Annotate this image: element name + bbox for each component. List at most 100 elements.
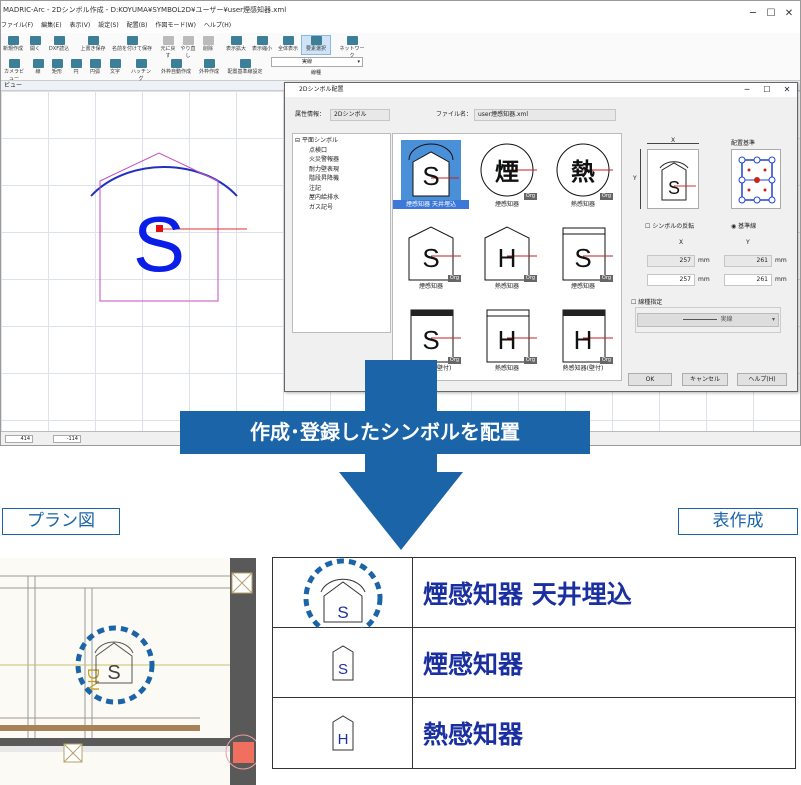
help-button[interactable]: ヘルプ(H): [737, 373, 787, 386]
dialog-title: 2Dシンボル配置: [285, 83, 797, 97]
symbol-thumbnail[interactable]: 熱 Org 熱感知器: [549, 136, 617, 216]
save-button[interactable]: 上書き保存: [79, 36, 107, 53]
select-button[interactable]: 要素選択: [301, 35, 331, 55]
symbol-image: S Org: [401, 222, 461, 282]
tree-item[interactable]: 階段昇降機: [295, 174, 388, 184]
menu-file[interactable]: ファイル(F): [1, 22, 33, 29]
camera-view-button[interactable]: カメラビュー: [3, 59, 25, 83]
svg-text:DN: DN: [84, 668, 101, 691]
baseline-setting-button[interactable]: 配置基準線設定: [225, 59, 265, 76]
menu-place[interactable]: 配置(B): [127, 22, 148, 29]
svg-text:H: H: [338, 731, 349, 748]
offset-x-field[interactable]: 257: [647, 274, 695, 286]
save-as-button[interactable]: 名前を付けて保存: [111, 36, 153, 53]
fit-all-button[interactable]: 全体表示: [277, 36, 299, 53]
offset-y-field[interactable]: 261: [724, 274, 772, 286]
symbol-thumbnail[interactable]: H Org 熱感知器(壁付): [549, 300, 617, 380]
symbol-label: 煙感知器: [418, 283, 443, 290]
tree-root[interactable]: ⊟ 平面シンボル: [295, 136, 388, 146]
ok-button[interactable]: OK: [628, 373, 672, 386]
symbol-thumbnail[interactable]: H Org 熱感知器: [473, 300, 541, 380]
menu-help[interactable]: ヘルプ(H): [204, 22, 231, 29]
symbol-image: S Org: [553, 222, 613, 282]
unit-label: mm: [698, 257, 710, 264]
line-tool-button[interactable]: 線: [31, 59, 45, 76]
symbol-label: 煙感知器: [494, 201, 519, 208]
attr-field: 2Dシンボル: [330, 109, 390, 121]
org-badge: Org: [447, 275, 461, 282]
arc-tool-button[interactable]: 円弧: [87, 59, 103, 76]
symbol-glyph: S: [133, 200, 185, 288]
eraser-icon: [202, 36, 214, 45]
symbol-image: H Org: [553, 304, 613, 364]
y-dim-label: Y: [633, 175, 637, 182]
tree-item[interactable]: 注記: [295, 184, 388, 194]
menu-settings[interactable]: 設定(S): [98, 22, 119, 29]
svg-text:S: S: [338, 661, 348, 678]
text-tool-button[interactable]: 文字: [107, 59, 123, 76]
circle-tool-button[interactable]: 円: [69, 59, 83, 76]
symbol-thumbnail[interactable]: S Org 煙感知器: [549, 218, 617, 298]
rectangle-icon: [51, 59, 63, 68]
title-bar: MADRIC-Arc - 2Dシンボル作成 - D:KOYUMA¥SYMBOL2…: [1, 1, 800, 19]
tree-item[interactable]: 耐力壁表現: [295, 165, 388, 175]
menu-bar: ファイル(F) 編集(E) 表示(V) 設定(S) 配置(B) 作図モード(W)…: [1, 19, 800, 33]
menu-edit[interactable]: 編集(E): [41, 22, 61, 29]
plan-view: DN S: [0, 558, 256, 785]
redo-button[interactable]: やり直し: [179, 36, 197, 60]
arc-icon: [89, 59, 101, 68]
tree-item[interactable]: 点検口: [295, 146, 388, 156]
tree-item[interactable]: ガス記号: [295, 203, 388, 213]
cancel-button[interactable]: キャンセル: [682, 373, 728, 386]
hatching-button[interactable]: ハッチング: [129, 59, 153, 83]
svg-text:S: S: [422, 243, 439, 273]
auto-frame-icon: [170, 59, 182, 68]
import-icon: [53, 36, 65, 45]
symbol-thumbnail[interactable]: H Org 熱感知器: [473, 218, 541, 298]
zoom-out-button[interactable]: 表示縮小: [251, 36, 273, 53]
dxf-import-button[interactable]: DXF読込: [47, 36, 71, 53]
mirror-checkbox[interactable]: ☐ シンボルの反転: [645, 221, 694, 230]
undo-button[interactable]: 元に戻す: [159, 36, 177, 60]
menu-draw-mode[interactable]: 作図モード(W): [155, 22, 196, 29]
linetype-select[interactable]: 実線 ▾: [637, 313, 779, 327]
open-button[interactable]: 開く: [27, 36, 43, 53]
placement-reference-grid[interactable]: [731, 149, 781, 209]
size-y-field[interactable]: 261: [724, 255, 772, 267]
menu-view[interactable]: 表示(V): [69, 22, 90, 29]
unit-label: mm: [698, 276, 710, 283]
undo-icon: [162, 36, 174, 45]
symbol-thumbnail[interactable]: S Org 煙感知器: [397, 218, 465, 298]
fit-icon: [282, 36, 294, 45]
attr-label: 属性情報：: [295, 111, 326, 118]
symbol-label: 熱感知器: [570, 201, 595, 208]
minimize-icon[interactable]: ─: [737, 83, 757, 97]
frame-icon: [203, 59, 215, 68]
symbol-thumbnail[interactable]: 煙 Org 煙感知器: [473, 136, 541, 216]
close-icon[interactable]: ✕: [777, 83, 797, 97]
svg-text:H: H: [498, 325, 517, 355]
table-label: 煙感知器: [423, 649, 524, 679]
tree-item[interactable]: 火災警報器: [295, 155, 388, 165]
symbol-thumbnail[interactable]: S 煙感知器 天井埋込: [393, 136, 469, 216]
zoom-in-button[interactable]: 表示拡大: [225, 36, 247, 53]
tree-item[interactable]: 屋内給排水: [295, 193, 388, 203]
new-button[interactable]: 新規作成: [3, 36, 23, 53]
line-type-select[interactable]: 実線 ▾: [271, 57, 363, 67]
size-x-field[interactable]: 257: [647, 255, 695, 267]
delete-button[interactable]: 削除: [200, 36, 216, 53]
frame-button[interactable]: 外枠作成: [197, 59, 221, 76]
window-title: MADRIC-Arc - 2Dシンボル作成 - D:KOYUMA¥SYMBOL2…: [3, 6, 287, 14]
circle-icon: [70, 59, 82, 68]
text-icon: [109, 59, 121, 68]
svg-text:H: H: [498, 243, 517, 273]
maximize-icon[interactable]: ☐: [757, 83, 777, 97]
x-dim-line: [647, 143, 699, 144]
baseline-radio[interactable]: ◉ 基準線: [731, 221, 756, 230]
symbol-image: S Org: [401, 304, 461, 364]
banner: 作成･登録したシンボルを配置: [180, 411, 590, 454]
linetype-checkbox[interactable]: ☐ 線種指定: [631, 297, 662, 306]
auto-frame-button[interactable]: 外枠自動作成: [159, 59, 193, 76]
table-tag: 表作成: [678, 508, 798, 535]
rect-tool-button[interactable]: 矩形: [49, 59, 65, 76]
